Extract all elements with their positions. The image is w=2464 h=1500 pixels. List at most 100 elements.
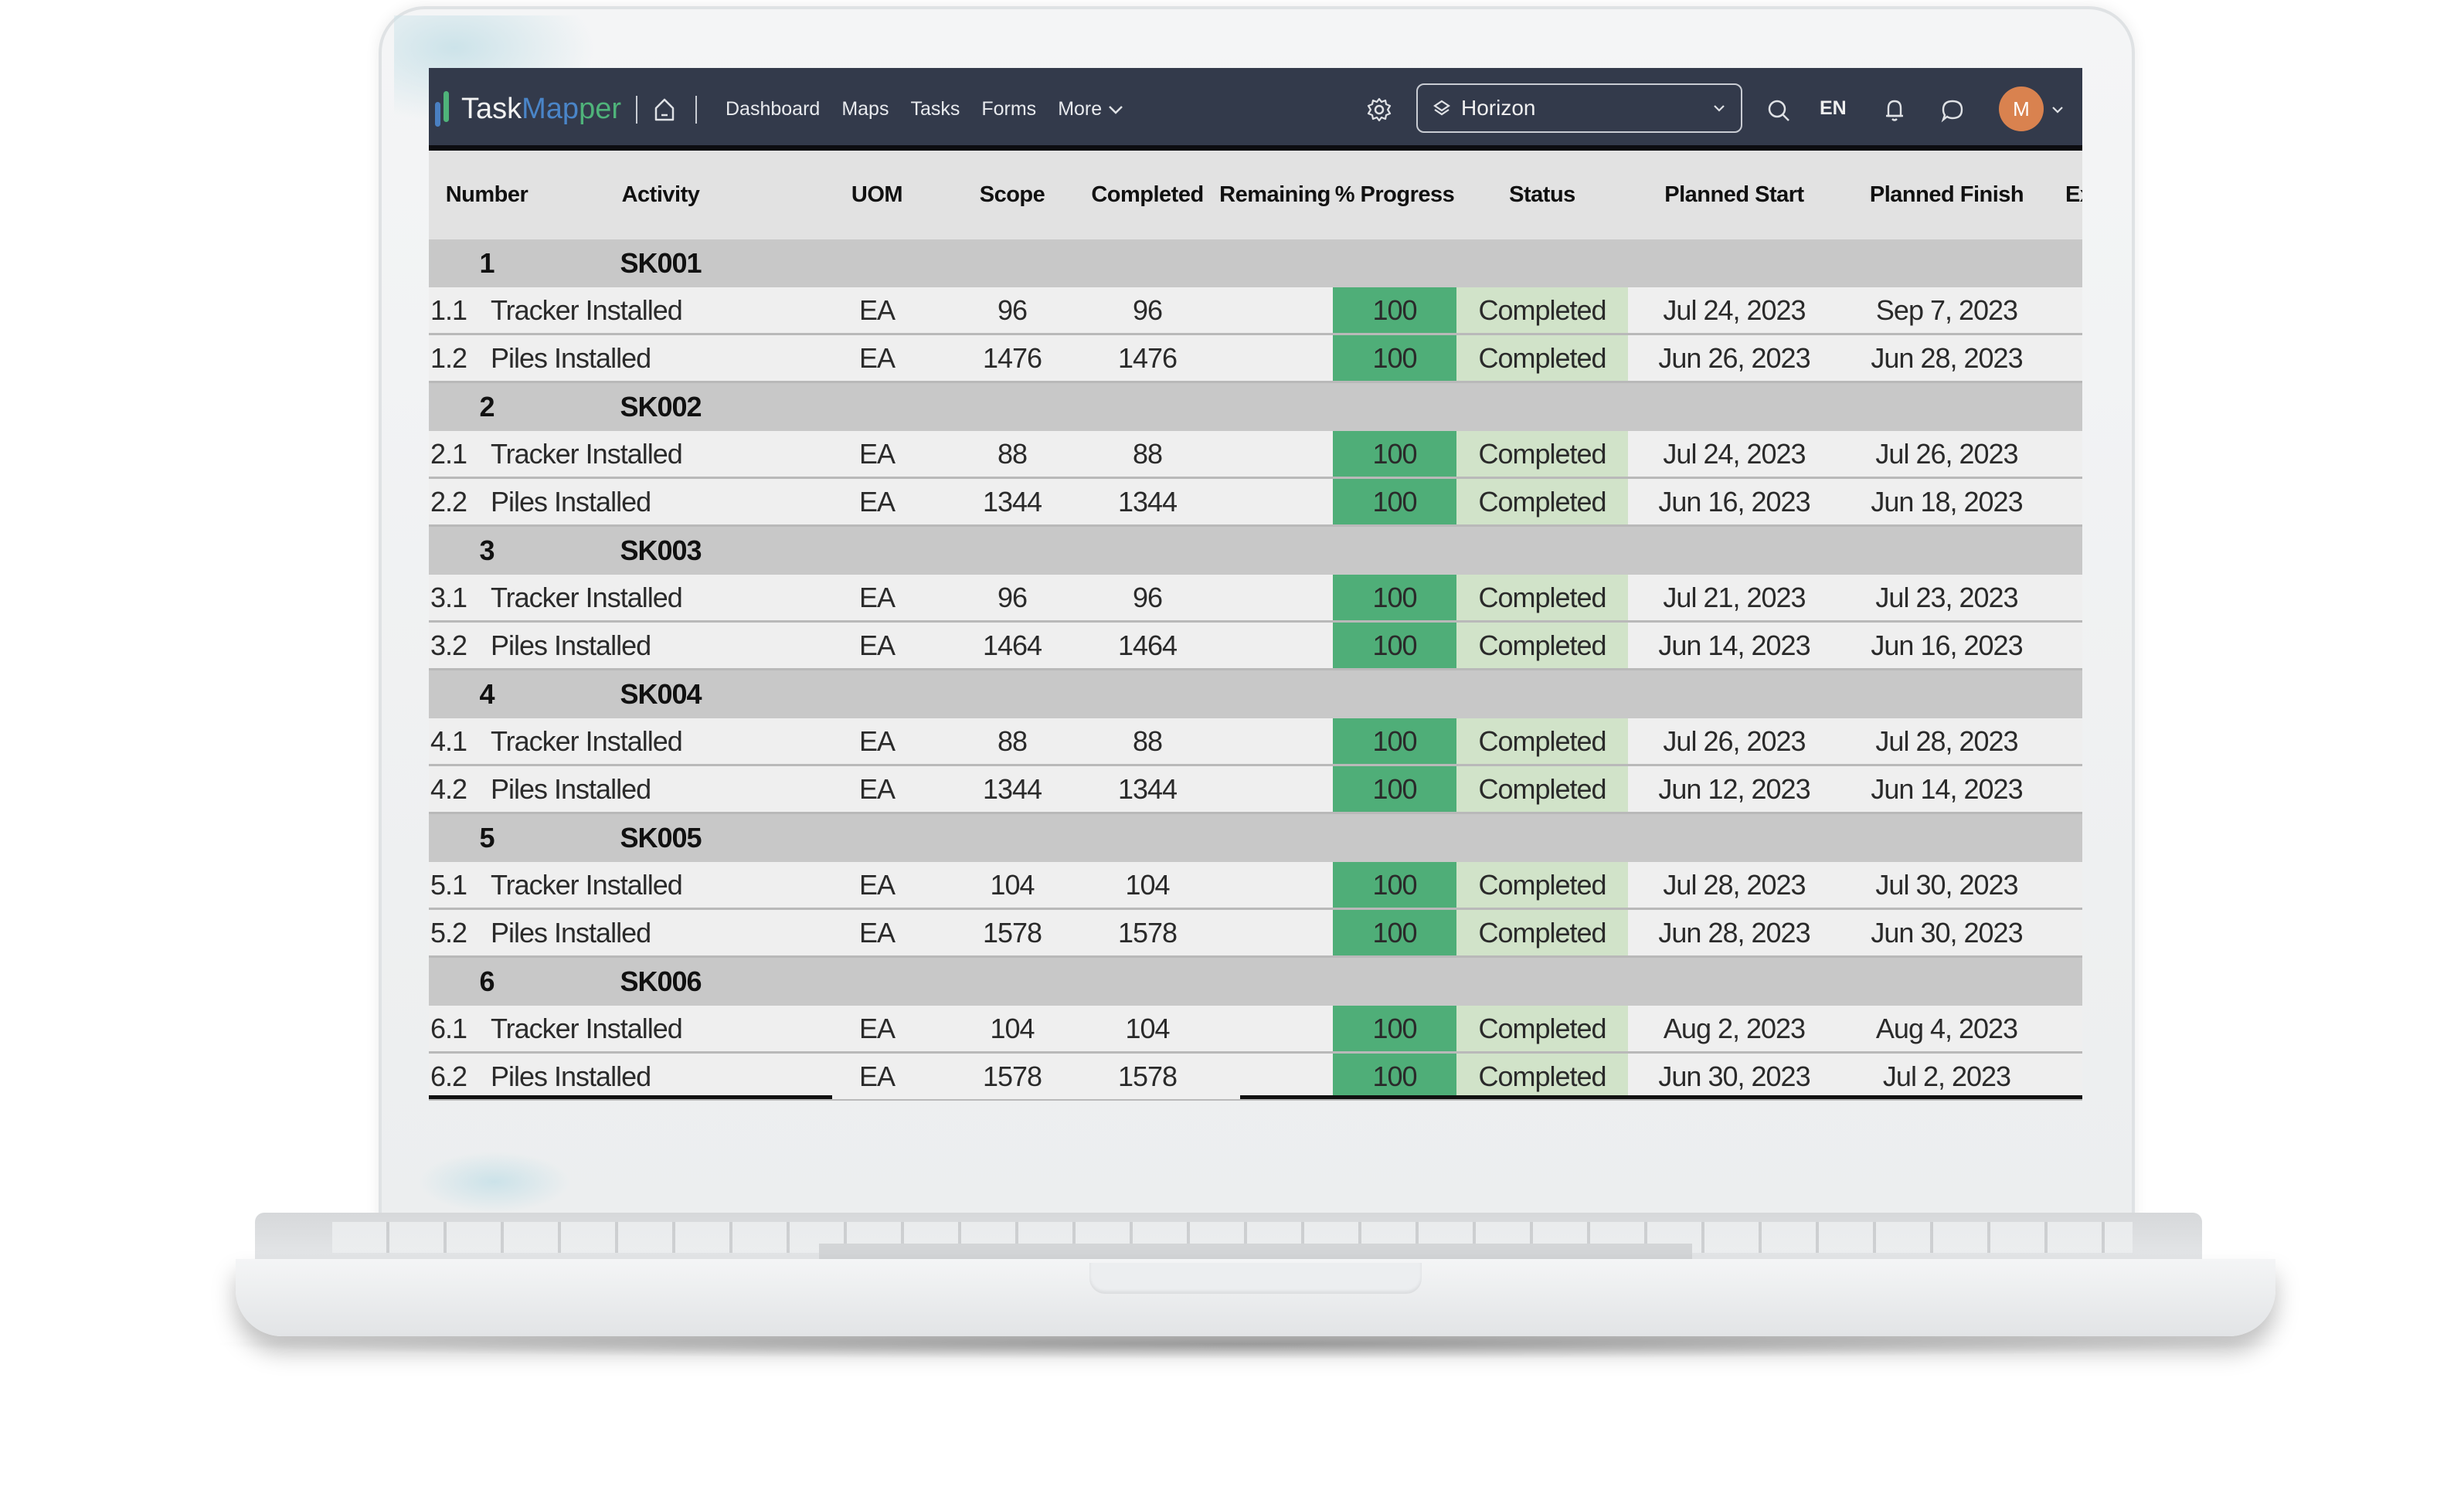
nav-tasks[interactable]: Tasks bbox=[910, 98, 960, 120]
chevron-down-icon[interactable] bbox=[2050, 102, 2065, 117]
column-header-planned-finish[interactable]: Planned Finish bbox=[1840, 151, 2053, 239]
column-header-completed[interactable]: Completed bbox=[1082, 151, 1213, 239]
cell-completed: 96 bbox=[1132, 581, 1163, 613]
cell-status[interactable]: Completed bbox=[1456, 910, 1628, 955]
cell-status[interactable]: Completed bbox=[1456, 1006, 1628, 1051]
group-row[interactable]: 6 SK006 bbox=[429, 958, 2082, 1006]
home-icon[interactable] bbox=[653, 97, 676, 122]
cell-progress[interactable]: 100 bbox=[1333, 335, 1456, 381]
table-row[interactable]: 5.1 Tracker Installed EA 104 104 100 Completed… bbox=[429, 862, 2082, 910]
cell-progress[interactable]: 100 bbox=[1333, 1006, 1456, 1051]
group-row[interactable]: 5 SK005 bbox=[429, 814, 2082, 862]
search-icon[interactable] bbox=[1766, 97, 1792, 124]
layers-icon bbox=[1433, 100, 1450, 116]
bell-icon[interactable] bbox=[1881, 97, 1908, 124]
cell-remaining bbox=[1213, 623, 1337, 668]
cell-planned-finish: Jul 2, 2023 bbox=[1882, 1060, 2011, 1092]
table-row[interactable]: 3.1 Tracker Installed EA 96 96 100 Completed Ju… bbox=[429, 575, 2082, 623]
user-avatar[interactable]: M bbox=[1999, 87, 2044, 131]
nav-dashboard[interactable]: Dashboard bbox=[726, 98, 820, 120]
cell-status[interactable]: Completed bbox=[1456, 862, 1628, 908]
chevron-down-icon bbox=[1714, 105, 1725, 112]
cell-planned-finish: Jul 28, 2023 bbox=[1875, 725, 2018, 757]
cell-scope: 1344 bbox=[982, 772, 1042, 805]
table-row[interactable]: 2.1 Tracker Installed EA 88 88 100 Completed Ju… bbox=[429, 431, 2082, 479]
cell-progress[interactable]: 100 bbox=[1333, 623, 1456, 668]
decorative-splash bbox=[417, 1151, 572, 1213]
table-row[interactable]: 2.2 Piles Installed EA 1344 1344 100 Completed… bbox=[429, 479, 2082, 527]
cell-uom: EA bbox=[858, 868, 896, 901]
cell-planned-finish: Sep 7, 2023 bbox=[1875, 294, 2018, 326]
cell-status[interactable]: Completed bbox=[1456, 335, 1628, 381]
nav-links: Dashboard Maps Tasks Forms More bbox=[726, 68, 1123, 151]
cell-uom: EA bbox=[858, 294, 896, 326]
chat-icon[interactable] bbox=[1939, 97, 1966, 124]
cell-status[interactable]: Completed bbox=[1456, 287, 1628, 333]
cell-planned-start: Jun 16, 2023 bbox=[1658, 485, 1810, 518]
settings-gear-icon[interactable] bbox=[1365, 96, 1393, 124]
cell-completed: 104 bbox=[1125, 868, 1170, 901]
cell-planned-finish: Jul 26, 2023 bbox=[1875, 437, 2018, 470]
cell-status[interactable]: Completed bbox=[1456, 623, 1628, 668]
cell-progress[interactable]: 100 bbox=[1333, 862, 1456, 908]
group-row[interactable]: 4 SK004 bbox=[429, 670, 2082, 718]
cell-remaining bbox=[1213, 766, 1337, 812]
cell-progress[interactable]: 100 bbox=[1333, 431, 1456, 477]
cell-uom: EA bbox=[858, 437, 896, 470]
cell-activity: Tracker Installed bbox=[491, 294, 683, 326]
column-header-status[interactable]: Status bbox=[1456, 151, 1628, 239]
group-name: SK003 bbox=[620, 535, 702, 566]
table-row[interactable]: 4.1 Tracker Installed EA 88 88 100 Completed Ju… bbox=[429, 718, 2082, 766]
column-header-progress[interactable]: % Progress bbox=[1333, 151, 1456, 239]
cell-scope: 96 bbox=[997, 294, 1028, 326]
cell-activity: Piles Installed bbox=[491, 1060, 651, 1092]
cell-progress[interactable]: 100 bbox=[1333, 479, 1456, 524]
nav-forms[interactable]: Forms bbox=[981, 98, 1036, 120]
nav-more[interactable]: More bbox=[1058, 98, 1123, 120]
group-row[interactable]: 2 SK002 bbox=[429, 383, 2082, 431]
column-header-scope[interactable]: Scope bbox=[962, 151, 1062, 239]
column-header-number[interactable]: Number bbox=[429, 151, 545, 239]
cell-progress[interactable]: 100 bbox=[1333, 718, 1456, 764]
cell-progress[interactable]: 100 bbox=[1333, 1054, 1456, 1099]
cell-status[interactable]: Completed bbox=[1456, 766, 1628, 812]
group-name: SK006 bbox=[620, 965, 702, 997]
cell-status[interactable]: Completed bbox=[1456, 1054, 1628, 1099]
cell-status[interactable]: Completed bbox=[1456, 431, 1628, 477]
column-header-activity[interactable]: Activity bbox=[545, 151, 777, 239]
cell-planned-start: Jul 24, 2023 bbox=[1663, 437, 1806, 470]
table-row[interactable]: 3.2 Piles Installed EA 1464 1464 100 Completed… bbox=[429, 623, 2082, 670]
project-selector[interactable]: Horizon bbox=[1416, 83, 1742, 133]
group-name: SK005 bbox=[620, 822, 702, 854]
table-row[interactable]: 6.2 Piles Installed EA 1578 1578 100 Completed… bbox=[429, 1054, 2082, 1101]
nav-maps[interactable]: Maps bbox=[841, 98, 889, 120]
group-row[interactable]: 3 SK003 bbox=[429, 527, 2082, 575]
column-header-ex[interactable]: Ex bbox=[2065, 151, 2082, 239]
cell-status[interactable]: Completed bbox=[1456, 575, 1628, 620]
cell-status[interactable]: Completed bbox=[1456, 718, 1628, 764]
table-row[interactable]: 5.2 Piles Installed EA 1578 1578 100 Completed… bbox=[429, 910, 2082, 958]
column-header-uom[interactable]: UOM bbox=[842, 151, 912, 239]
table-row[interactable]: 1.1 Tracker Installed EA 96 96 100 Completed Ju… bbox=[429, 287, 2082, 335]
cell-planned-start: Jun 30, 2023 bbox=[1658, 1060, 1810, 1092]
column-header-remaining[interactable]: Remaining bbox=[1213, 151, 1337, 239]
cell-completed: 1578 bbox=[1117, 916, 1178, 949]
taskmapper-logo[interactable]: Task Map per bbox=[435, 90, 621, 128]
column-header-planned-start[interactable]: Planned Start bbox=[1628, 151, 1840, 239]
cell-progress[interactable]: 100 bbox=[1333, 575, 1456, 620]
cell-scope: 1344 bbox=[982, 485, 1042, 518]
cell-scope: 88 bbox=[997, 725, 1028, 757]
group-row[interactable]: 1 SK001 bbox=[429, 239, 2082, 287]
laptop-notch bbox=[1089, 1263, 1422, 1294]
cell-status[interactable]: Completed bbox=[1456, 479, 1628, 524]
cell-progress[interactable]: 100 bbox=[1333, 287, 1456, 333]
cell-progress[interactable]: 100 bbox=[1333, 910, 1456, 955]
table-row[interactable]: 1.2 Piles Installed EA 1476 1476 100 Completed… bbox=[429, 335, 2082, 383]
table-row[interactable]: 4.2 Piles Installed EA 1344 1344 100 Completed… bbox=[429, 766, 2082, 814]
table-header: Number Activity UOM Scope Completed Rema… bbox=[429, 151, 2082, 239]
cell-progress[interactable]: 100 bbox=[1333, 766, 1456, 812]
logo-text-task: Task bbox=[461, 92, 522, 125]
table-row[interactable]: 6.1 Tracker Installed EA 104 104 100 Completed… bbox=[429, 1006, 2082, 1054]
cell-planned-start: Jun 26, 2023 bbox=[1658, 341, 1810, 374]
language-switcher[interactable]: EN bbox=[1820, 97, 1847, 120]
